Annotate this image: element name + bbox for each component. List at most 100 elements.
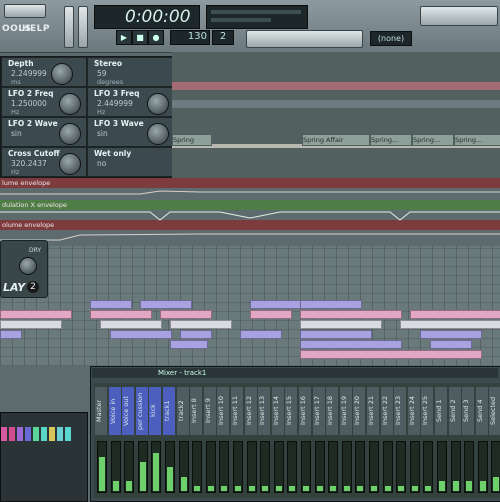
note-block[interactable] [240, 330, 282, 339]
envelope-curve-1 [0, 190, 500, 195]
note-block[interactable] [160, 310, 212, 319]
param-value: sin [97, 129, 108, 138]
param-label: LFO 3 Wave [94, 119, 144, 128]
note-block[interactable] [250, 310, 292, 319]
pattern-block[interactable]: Spring... [412, 134, 454, 146]
master-volume-slider[interactable] [64, 6, 74, 48]
note-block[interactable] [300, 320, 382, 329]
param-value: 59 [97, 69, 107, 78]
param-label: Wet only [94, 149, 132, 158]
snap-selector[interactable]: (none) [370, 31, 412, 46]
note-block[interactable] [300, 310, 402, 319]
playlist-track-grey [172, 100, 500, 108]
modulation-x-envelope[interactable]: dulation X envelope [0, 200, 500, 210]
note-block[interactable] [0, 320, 62, 329]
note-block[interactable] [0, 310, 72, 319]
note-block[interactable] [420, 330, 482, 339]
pad-key[interactable] [1, 427, 7, 441]
menu-bar-strip [4, 4, 46, 18]
note-block[interactable] [300, 330, 372, 339]
note-block[interactable] [110, 330, 172, 339]
pad-key[interactable] [33, 427, 39, 441]
param-label: LFO 2 Wave [8, 119, 58, 128]
pad-key[interactable] [41, 427, 47, 441]
record-button[interactable]: ● [148, 30, 164, 45]
note-block[interactable] [410, 310, 500, 319]
lfo2-wave-knob[interactable] [59, 123, 81, 145]
volume-envelope-1[interactable]: lume envelope [0, 178, 500, 188]
pad-key[interactable] [57, 427, 63, 441]
envelope-curve-2 [0, 211, 500, 221]
param-value: 2.449999 [97, 99, 133, 108]
param-unit: degrees [97, 78, 124, 86]
note-block[interactable] [180, 330, 212, 339]
cpu-bar [211, 10, 301, 14]
play-button[interactable]: ▶ [116, 30, 132, 45]
note-block[interactable] [300, 300, 362, 309]
note-block[interactable] [100, 320, 162, 329]
pad-key[interactable] [49, 427, 55, 441]
delay-plugin-badge: 2 [27, 281, 39, 293]
pad-key[interactable] [25, 427, 31, 441]
pattern-block[interactable]: Spring Affair [302, 134, 370, 146]
param-unit: Hz [97, 108, 106, 116]
pattern-block[interactable]: Spring [172, 134, 212, 146]
note-block[interactable] [170, 320, 232, 329]
dry-knob[interactable] [19, 257, 37, 275]
instrument-pad-panel [0, 412, 88, 502]
master-pitch-slider[interactable] [78, 6, 88, 48]
cross-cutoff-knob[interactable] [59, 153, 81, 175]
param-label: LFO 3 Freq [94, 89, 140, 98]
pad-key[interactable] [65, 427, 71, 441]
param-unit: ms [11, 78, 21, 86]
note-block[interactable] [90, 300, 132, 309]
playlist-area [172, 52, 500, 182]
note-block[interactable] [300, 340, 402, 349]
pattern-block[interactable]: Spring... [454, 134, 500, 146]
note-block[interactable] [430, 340, 472, 349]
plugin-parameter-panel: Depth 2.249999 ms Stereo 59 degrees LFO … [0, 56, 174, 178]
pattern-display[interactable]: 2 [212, 30, 234, 45]
delay-plugin-label: LAY [3, 281, 26, 294]
mixer-title-bar[interactable]: Mixer - track1 [92, 368, 498, 378]
pad-key[interactable] [17, 427, 23, 441]
playlist-track-red [172, 82, 500, 90]
menu-help[interactable]: HELP [22, 24, 50, 34]
param-value: sin [11, 129, 22, 138]
note-block[interactable] [170, 340, 208, 349]
main-toolbar: OOLS HELP 0:00:00 ▶ ■ ● 130 2 (none) [0, 0, 500, 53]
param-stereo[interactable]: Stereo 59 degrees [87, 57, 173, 87]
tempo-display[interactable]: 130 [170, 30, 210, 45]
window-shortcut-buttons[interactable] [420, 6, 498, 26]
time-value: 0:00:00 [125, 7, 191, 27]
param-value: 320.2437 [11, 159, 47, 168]
pad-key[interactable] [9, 427, 15, 441]
param-unit: Hz [11, 108, 20, 116]
lfo3-wave-knob[interactable] [147, 123, 169, 145]
param-value: no [97, 159, 107, 168]
param-unit: Hz [11, 168, 20, 176]
param-label: Stereo [94, 59, 123, 68]
note-block[interactable] [90, 310, 152, 319]
mixer-title-text: Mixer - track1 [158, 369, 207, 377]
lfo2-freq-knob[interactable] [59, 93, 81, 115]
note-block[interactable] [300, 350, 482, 359]
time-display: 0:00:00 [94, 5, 200, 29]
delay-plugin-window[interactable]: DRY LAY 2 [0, 240, 48, 298]
note-block[interactable] [140, 300, 192, 309]
note-block[interactable] [0, 330, 22, 339]
param-value: 1.250000 [11, 99, 47, 108]
pattern-block[interactable]: Spring... [370, 134, 412, 146]
param-label: LFO 2 Freq [8, 89, 54, 98]
param-label: Depth [8, 59, 34, 68]
param-wet-only[interactable]: Wet only no [87, 147, 173, 177]
lfo3-freq-knob[interactable] [147, 93, 169, 115]
depth-knob[interactable] [51, 63, 73, 85]
envelope-curve-3 [0, 233, 500, 241]
tool-buttons-strip[interactable] [246, 30, 363, 48]
cpu-monitor [206, 5, 308, 29]
note-block[interactable] [250, 300, 302, 309]
note-block[interactable] [400, 320, 500, 329]
stop-button[interactable]: ■ [132, 30, 148, 45]
param-depth[interactable]: Depth 2.249999 ms [1, 57, 87, 87]
